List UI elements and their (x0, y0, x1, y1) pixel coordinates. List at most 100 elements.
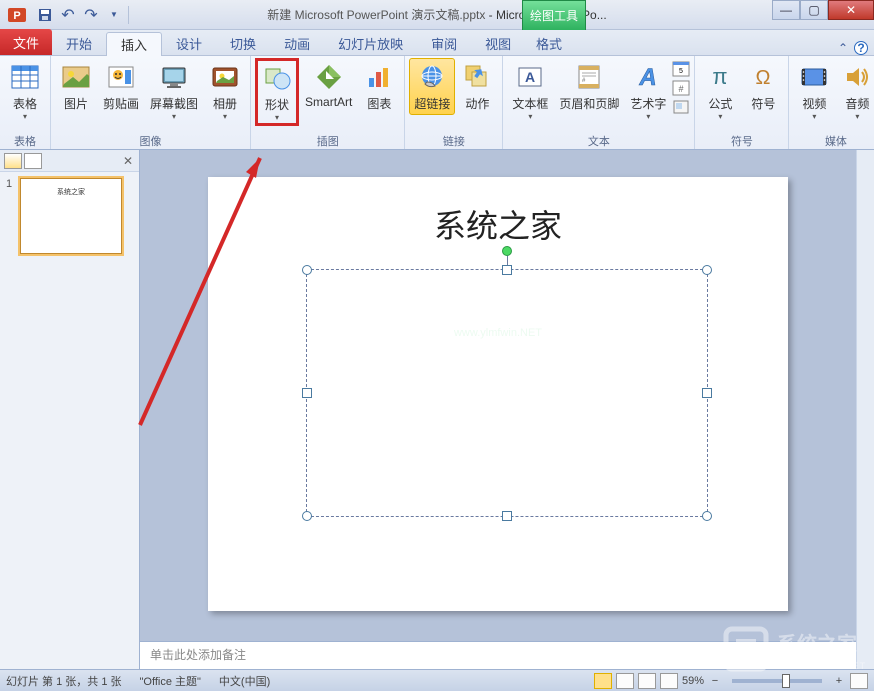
tab-format[interactable]: 格式 (522, 31, 586, 55)
slide-canvas[interactable]: 系统之家 www.ylmfwin.NET (140, 150, 856, 637)
resize-handle-sw[interactable] (302, 511, 312, 521)
zoom-level[interactable]: 59% (682, 675, 704, 687)
powerpoint-app-icon[interactable]: P (4, 4, 30, 26)
shapes-button[interactable]: 形状 ▾ (255, 58, 299, 126)
svg-text:A: A (639, 64, 657, 91)
minimize-button[interactable]: — (772, 0, 800, 20)
rotation-handle[interactable] (502, 246, 512, 256)
tab-slideshow[interactable]: 幻灯片放映 (324, 31, 417, 55)
svg-text:π: π (713, 64, 728, 89)
dropdown-arrow-icon: ▾ (646, 112, 650, 121)
resize-handle-s[interactable] (502, 511, 512, 521)
maximize-button[interactable]: ▢ (800, 0, 828, 20)
sorter-view-button[interactable] (616, 673, 634, 689)
theme-name[interactable]: "Office 主题" (140, 673, 201, 689)
zoom-in-button[interactable]: + (832, 674, 846, 688)
slide[interactable]: 系统之家 www.ylmfwin.NET (208, 177, 788, 611)
zoom-slider[interactable] (732, 679, 822, 683)
screenshot-button[interactable]: 屏幕截图 ▾ (145, 58, 203, 124)
picture-icon (60, 61, 92, 93)
smartart-button[interactable]: SmartArt (300, 58, 357, 112)
close-button[interactable]: ✕ (828, 0, 874, 20)
tab-review[interactable]: 审阅 (417, 31, 471, 55)
slide-number: 1 (6, 178, 16, 254)
tab-animations[interactable]: 动画 (270, 31, 324, 55)
save-button[interactable] (34, 4, 56, 26)
undo-button[interactable]: ↶ (57, 4, 79, 26)
group-symbols: π 公式 ▾ Ω 符号 符号 (695, 56, 789, 149)
group-links: 超链接 动作 链接 (405, 56, 503, 149)
resize-handle-ne[interactable] (702, 265, 712, 275)
resize-handle-w[interactable] (302, 388, 312, 398)
slide-thumbnail[interactable]: 系统之家 (20, 178, 122, 254)
tab-insert[interactable]: 插入 (106, 32, 162, 56)
content-placeholder[interactable] (306, 269, 708, 517)
audio-button[interactable]: 音频 ▾ (836, 58, 874, 124)
workspace: ✕ 1 系统之家 系统之家 www.ylmfwin.NET (0, 150, 874, 669)
resize-handle-e[interactable] (702, 388, 712, 398)
outline-tab[interactable] (24, 153, 42, 169)
object-button[interactable] (672, 98, 690, 116)
minimize-ribbon-button[interactable]: ⌃ (838, 41, 848, 55)
slides-tab[interactable] (4, 153, 22, 169)
fit-to-window-button[interactable] (850, 673, 868, 689)
dropdown-arrow-icon: ▾ (718, 112, 722, 121)
slide-counter[interactable]: 幻灯片 第 1 张，共 1 张 (6, 673, 122, 689)
date-time-button[interactable]: 5 (672, 60, 690, 78)
vertical-scrollbar[interactable] (856, 150, 874, 669)
tab-home[interactable]: 开始 (52, 31, 106, 55)
quick-access-toolbar: ↶ ↷ ▼ (34, 4, 125, 26)
dropdown-arrow-icon: ▾ (223, 112, 227, 121)
language-indicator[interactable]: 中文(中国) (219, 673, 270, 689)
notes-pane[interactable]: 单击此处添加备注 (140, 641, 856, 669)
ribbon-tabs: 文件 开始 插入 设计 切换 动画 幻灯片放映 审阅 视图 格式 ⌃ ? (0, 30, 874, 56)
svg-text:5: 5 (679, 68, 683, 75)
svg-text:Ω: Ω (756, 67, 771, 89)
normal-view-button[interactable] (594, 673, 612, 689)
reading-view-button[interactable] (638, 673, 656, 689)
video-button[interactable]: 视频 ▾ (793, 58, 835, 124)
group-images: 图片 剪贴画 屏幕截图 ▾ 相册 ▾ 图像 (51, 56, 251, 149)
notes-placeholder: 单击此处添加备注 (150, 648, 246, 662)
qat-customize-button[interactable]: ▼ (103, 4, 125, 26)
header-footer-button[interactable]: # 页眉和页脚 (554, 58, 624, 115)
tab-transitions[interactable]: 切换 (216, 31, 270, 55)
table-button[interactable]: 表格 ▾ (4, 58, 46, 124)
dropdown-arrow-icon: ▾ (172, 112, 176, 121)
contextual-tab-title: 绘图工具 (522, 0, 586, 30)
album-icon (209, 61, 241, 93)
ribbon: 表格 ▾ 表格 图片 剪贴画 屏幕截图 ▾ 相册 ▾ (0, 56, 874, 150)
hyperlink-button[interactable]: 超链接 (409, 58, 455, 115)
slide-number-button[interactable]: # (672, 79, 690, 97)
zoom-out-button[interactable]: − (708, 674, 722, 688)
action-button[interactable]: 动作 (456, 58, 498, 115)
symbol-button[interactable]: Ω 符号 (742, 58, 784, 115)
chart-button[interactable]: 图表 (358, 58, 400, 115)
tab-design[interactable]: 设计 (162, 31, 216, 55)
tab-file[interactable]: 文件 (0, 29, 52, 55)
photo-album-button[interactable]: 相册 ▾ (204, 58, 246, 124)
wordart-icon: A (632, 61, 664, 93)
slideshow-view-button[interactable] (660, 673, 678, 689)
hyperlink-icon (416, 61, 448, 93)
redo-button[interactable]: ↷ (80, 4, 102, 26)
zoom-slider-thumb[interactable] (782, 674, 790, 688)
resize-handle-se[interactable] (702, 511, 712, 521)
group-text: A 文本框 ▾ # 页眉和页脚 A 艺术字 ▾ 5 # 文本 (503, 56, 695, 149)
panel-close-button[interactable]: ✕ (121, 154, 135, 168)
textbox-button[interactable]: A 文本框 ▾ (507, 58, 553, 124)
equation-button[interactable]: π 公式 ▾ (699, 58, 741, 124)
svg-text:A: A (525, 69, 535, 85)
clipart-button[interactable]: 剪贴画 (98, 58, 144, 115)
group-media: 视频 ▾ 音频 ▾ 媒体 (789, 56, 874, 149)
resize-handle-nw[interactable] (302, 265, 312, 275)
tab-view[interactable]: 视图 (471, 31, 525, 55)
thumbnail-item[interactable]: 1 系统之家 (6, 178, 133, 254)
help-button[interactable]: ? (854, 41, 868, 55)
picture-button[interactable]: 图片 (55, 58, 97, 115)
resize-handle-n[interactable] (502, 265, 512, 275)
wordart-button[interactable]: A 艺术字 ▾ (625, 58, 671, 124)
slide-title-text[interactable]: 系统之家 (434, 201, 562, 247)
video-icon (798, 61, 830, 93)
screenshot-icon (158, 61, 190, 93)
